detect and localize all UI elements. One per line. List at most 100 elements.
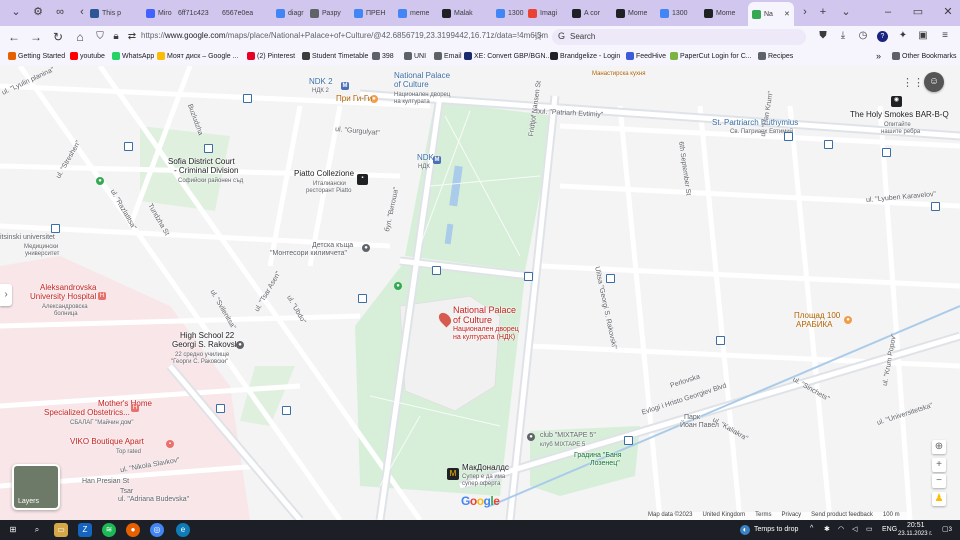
place-pin-icon[interactable]: ● [96, 177, 104, 185]
maximize-button[interactable]: ▭ [910, 4, 926, 20]
mcdonalds-logo-icon[interactable]: M [447, 468, 459, 480]
map-label[interactable]: Детска къща [312, 242, 353, 250]
bus-stop-icon[interactable] [716, 336, 725, 345]
map-label[interactable]: При Ги-Ги [336, 95, 372, 103]
bookmark-item[interactable]: FeedHive [626, 52, 666, 60]
bus-stop-icon[interactable] [606, 274, 615, 283]
hotel-pin-icon[interactable]: ▪ [166, 440, 174, 448]
tab-item[interactable]: diagr [276, 3, 304, 23]
notification-bell-icon[interactable]: ▢3 [942, 525, 952, 533]
bus-stop-icon[interactable] [358, 294, 367, 303]
tabs-back-icon[interactable]: ‹ [74, 4, 90, 20]
tab-item[interactable]: 1300 [496, 3, 524, 23]
back-button[interactable]: ← [6, 29, 22, 45]
bus-stop-icon[interactable] [51, 224, 60, 233]
hamburger-menu-icon[interactable]: ≡ [938, 29, 952, 43]
bookmark-item[interactable]: (2) Pinterest [247, 52, 295, 60]
school-pin-icon[interactable]: ● [362, 244, 370, 252]
hospital-pin-icon[interactable]: H [131, 404, 139, 412]
street-view-pegman-icon[interactable]: ♟ [932, 492, 946, 506]
bookmark-item[interactable]: Student Timetable [302, 52, 368, 60]
weather-text[interactable]: Temps to drop [754, 526, 798, 533]
map-label[interactable]: National Palace [453, 306, 516, 315]
bookmark-item[interactable]: 398 [372, 52, 394, 60]
chrome-icon[interactable]: ◎ [150, 523, 164, 537]
map-label[interactable]: Площад 100 [794, 312, 840, 320]
map-label[interactable]: NDK 2 [309, 78, 333, 86]
school-pin-icon[interactable]: ● [236, 341, 244, 349]
side-panel-toggle-icon[interactable]: › [0, 284, 12, 306]
metro-icon[interactable]: M [433, 156, 441, 164]
bookmark-item[interactable]: Recipes [758, 52, 793, 60]
new-tab-button[interactable]: + [815, 4, 831, 20]
reader-icon[interactable]: ▣ [916, 29, 930, 43]
bus-stop-icon[interactable] [524, 272, 533, 281]
tab-item[interactable]: Mome [704, 3, 735, 23]
tabs-forward-icon[interactable]: › [797, 4, 813, 20]
map-label[interactable]: Sofia District Court [168, 158, 235, 166]
apps-grid-icon[interactable]: ⋮⋮ [902, 76, 924, 90]
url-field[interactable]: https://www.google.com/maps/place/Nation… [141, 31, 548, 40]
map-label[interactable]: АРАБИКА [796, 321, 832, 329]
bus-stop-icon[interactable] [204, 144, 213, 153]
bus-stop-icon[interactable] [624, 436, 633, 445]
bookmark-item[interactable]: Other Bookmarks [892, 52, 956, 60]
tab-item[interactable]: This p [90, 3, 121, 23]
map-label[interactable]: The Holy Smokes BAR-B-Q [850, 111, 949, 119]
close-window-button[interactable]: ✕ [940, 4, 956, 20]
tab-item[interactable]: Mome [616, 3, 647, 23]
hospital-pin-icon[interactable]: H [98, 292, 106, 300]
map-label[interactable]: St. Partriarch Euthymius [712, 119, 798, 127]
windows-start-icon[interactable]: ⊞ [6, 523, 20, 537]
close-tab-icon[interactable]: ✕ [784, 10, 790, 18]
bus-stop-icon[interactable] [882, 148, 891, 157]
club-pin-icon[interactable]: ● [527, 433, 535, 441]
file-explorer-icon[interactable]: ▭ [54, 523, 68, 537]
firefox-icon[interactable]: ● [126, 523, 140, 537]
clock-time[interactable]: 20:51 [907, 522, 925, 529]
map-label[interactable]: VIKO Boutique Apart [70, 438, 144, 446]
tab-item[interactable]: A cor [572, 3, 600, 23]
bus-stop-icon[interactable] [432, 266, 441, 275]
bookmark-item[interactable]: PaperCut Login for C... [670, 52, 752, 60]
downloads-icon[interactable]: ⤓ [836, 29, 850, 43]
bus-stop-icon[interactable] [243, 94, 252, 103]
bookmark-item[interactable]: Brandgelize - Login [550, 52, 620, 60]
tab-item[interactable]: Разру [310, 3, 341, 23]
account-avatar[interactable]: ☺ [924, 72, 944, 92]
bookmark-item[interactable]: UNI [404, 52, 426, 60]
lock-icon[interactable]: 🔒︎ [108, 29, 124, 45]
volume-icon[interactable]: ◁ [852, 525, 857, 533]
forward-button[interactable]: → [28, 29, 44, 45]
permissions-icon[interactable]: ⇄ [124, 29, 140, 45]
bus-stop-icon[interactable] [824, 140, 833, 149]
attribution-item[interactable]: Send product feedback [811, 512, 873, 518]
cafe-pin-icon[interactable]: ● [844, 316, 852, 324]
tab-item[interactable]: 1300 [660, 3, 688, 23]
attribution-item[interactable]: Privacy [782, 512, 802, 518]
map-label[interactable]: of Culture [394, 81, 429, 89]
map-label[interactable]: Georgi S. Rakovski [172, 341, 240, 349]
my-location-icon[interactable]: ⊕ [932, 440, 946, 454]
zoom-in-button[interactable]: + [932, 458, 946, 472]
bookmark-item[interactable]: Getting Started [8, 52, 65, 60]
zotero-icon[interactable]: Z [78, 523, 92, 537]
metro-icon[interactable]: M [341, 82, 349, 90]
restaurant-logo-icon[interactable]: ▪ [357, 174, 368, 185]
pocket-icon[interactable]: ⛊ [816, 29, 830, 43]
tab-item[interactable]: 6567e0ea [222, 3, 253, 23]
map-label[interactable]: Mother's Home [98, 400, 152, 408]
clock-date[interactable]: 23.11.2023 г. [898, 531, 932, 537]
bus-stop-icon[interactable] [124, 142, 133, 151]
map-label[interactable]: NDK [417, 154, 434, 162]
bookmark-item[interactable]: youtube [70, 52, 105, 60]
weather-icon[interactable]: ◐ [740, 525, 750, 535]
tab-item[interactable]: Imagi [528, 3, 557, 23]
bus-stop-icon[interactable] [282, 406, 291, 415]
extensions-puzzle-icon[interactable]: ✦ [896, 29, 910, 43]
tab-list-chevron-icon[interactable]: ⌄ [838, 4, 854, 20]
tray-chevron-icon[interactable]: ^ [810, 525, 813, 532]
bookmark-item[interactable]: Email [434, 52, 462, 60]
zoom-out-button[interactable]: − [932, 474, 946, 488]
minimize-button[interactable]: – [880, 4, 896, 20]
